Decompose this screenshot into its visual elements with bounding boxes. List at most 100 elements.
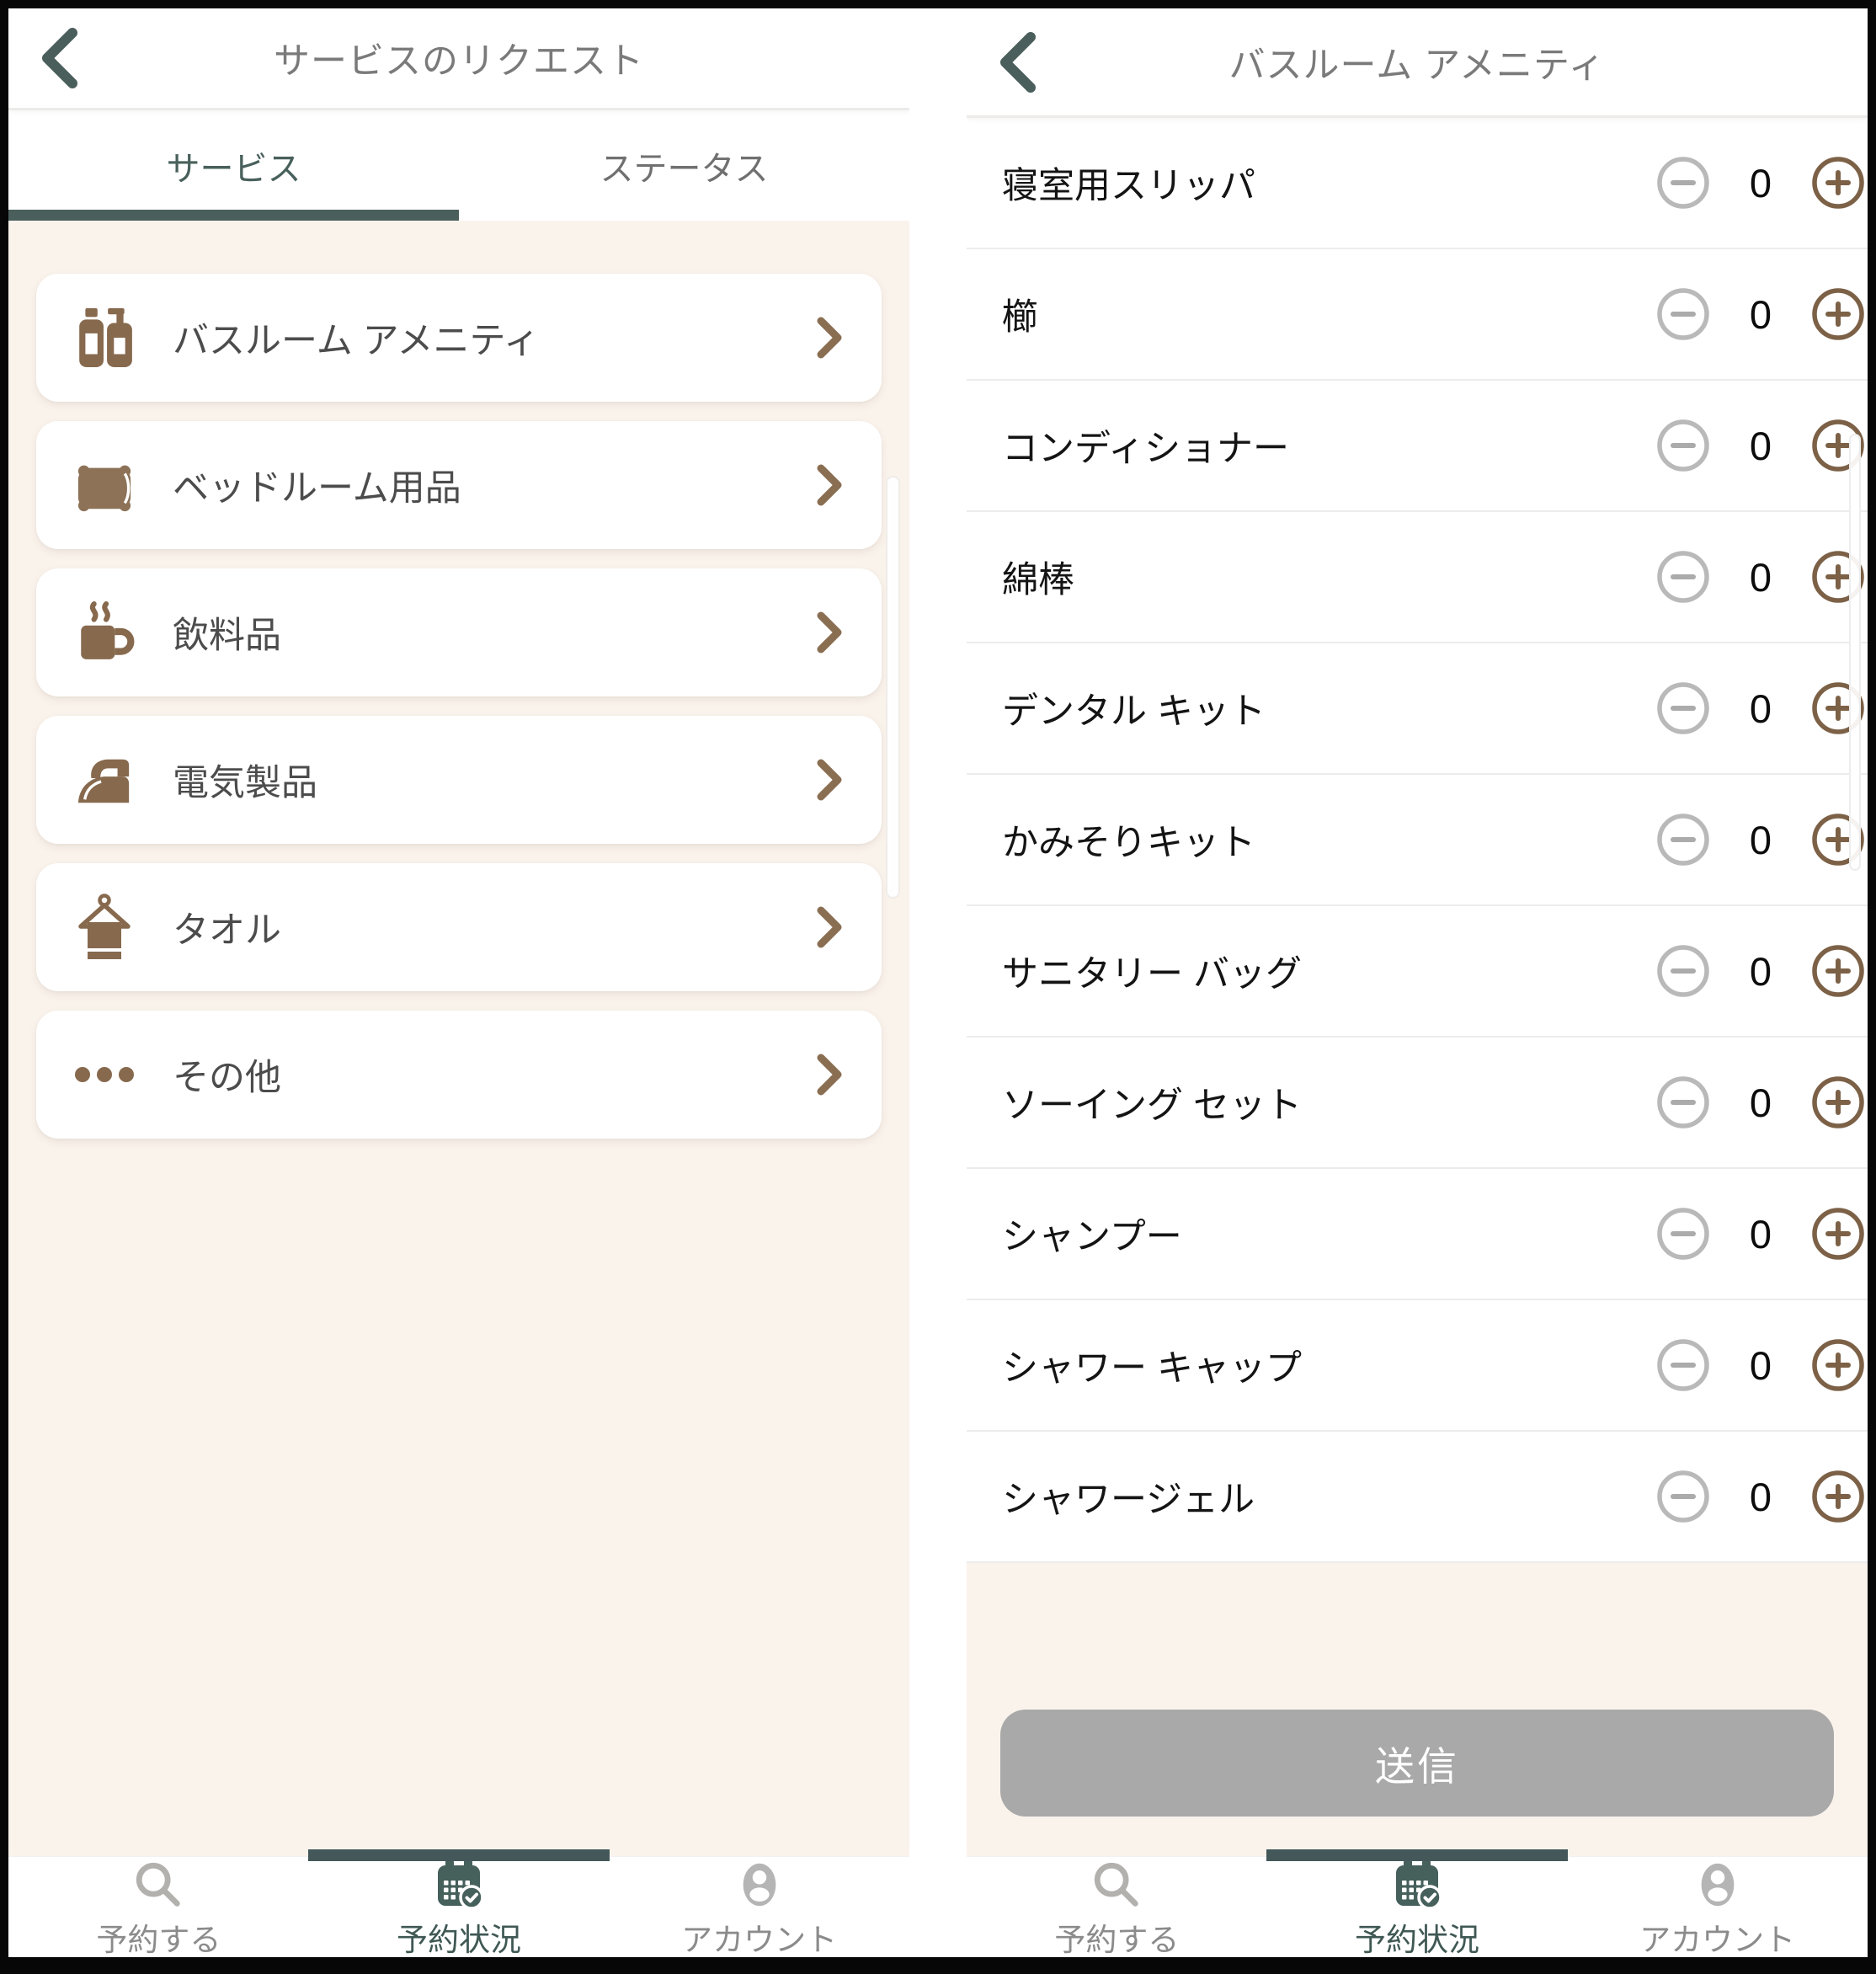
amenity-label: かみそりキット xyxy=(1002,814,1255,866)
amenity-label: コンディショナー xyxy=(1002,419,1289,472)
nav-label: 予約する xyxy=(1054,1914,1179,1957)
tab-status[interactable]: ステータス xyxy=(459,110,909,221)
quantity-stepper: 0 xyxy=(1655,1206,1866,1262)
increment-button[interactable] xyxy=(1810,1206,1866,1262)
category-towels[interactable]: タオル xyxy=(36,863,882,991)
plus-circle-icon xyxy=(1810,155,1866,211)
active-tab-indicator xyxy=(1266,1849,1568,1861)
towel-hanger-icon xyxy=(74,892,135,963)
decrement-button[interactable] xyxy=(1655,680,1711,736)
nav-item-booking-status[interactable]: 予約状況 xyxy=(1267,1857,1568,1957)
amenity-label: サニタリー バッグ xyxy=(1002,945,1302,997)
category-label: ベッドルーム用品 xyxy=(173,459,461,511)
nav-label: 予約状況 xyxy=(1355,1914,1479,1957)
calendar-check-icon xyxy=(431,1856,487,1912)
chevron-right-icon xyxy=(814,1051,845,1098)
nav-label: 予約状況 xyxy=(397,1914,521,1957)
decrement-button[interactable] xyxy=(1655,943,1711,999)
quantity-value: 0 xyxy=(1711,554,1810,600)
plus-circle-icon xyxy=(1810,1337,1866,1393)
item-shower-cap: シャワー キャップ 0 xyxy=(967,1300,1868,1432)
chevron-right-icon xyxy=(814,461,845,509)
decrement-button[interactable] xyxy=(1655,286,1711,342)
bottom-nav: 予約する 予約状況 xyxy=(8,1856,909,1957)
quantity-value: 0 xyxy=(1711,291,1810,338)
item-conditioner: コンディショナー 0 xyxy=(967,381,1868,512)
decrement-button[interactable] xyxy=(1655,812,1711,867)
increment-button[interactable] xyxy=(1810,1075,1866,1130)
item-bedroom-slippers: 寝室用スリッパ 0 xyxy=(967,118,1868,249)
minus-circle-icon xyxy=(1655,1206,1711,1262)
quantity-value: 0 xyxy=(1711,160,1810,206)
tab-bar: サービス ステータス xyxy=(8,110,909,221)
category-beverages[interactable]: 飲料品 xyxy=(36,568,882,696)
nav-label: アカウント xyxy=(1639,1914,1795,1957)
increment-button[interactable] xyxy=(1810,1337,1866,1393)
category-bedroom-supplies[interactable]: ベッドルーム用品 xyxy=(36,421,882,549)
decrement-button[interactable] xyxy=(1655,1206,1711,1262)
quantity-stepper: 0 xyxy=(1655,1337,1866,1393)
amenity-list: 寝室用スリッパ 0 櫛 xyxy=(967,118,1868,1563)
item-sewing-set: ソーイング セット 0 xyxy=(967,1038,1868,1169)
screen-divider xyxy=(909,8,967,1957)
nav-item-account[interactable]: アカウント xyxy=(1567,1857,1868,1957)
quantity-stepper: 0 xyxy=(1655,1469,1866,1524)
item-cotton-swabs: 綿棒 0 xyxy=(967,512,1868,643)
quantity-value: 0 xyxy=(1711,1080,1810,1126)
coffee-mug-icon xyxy=(73,600,136,664)
increment-button[interactable] xyxy=(1810,943,1866,999)
tab-services[interactable]: サービス xyxy=(8,110,459,221)
category-label: その他 xyxy=(173,1048,281,1101)
minus-circle-icon xyxy=(1655,1075,1711,1130)
minus-circle-icon xyxy=(1655,680,1711,736)
minus-circle-icon xyxy=(1655,418,1711,473)
page-title: バスルーム アメニティ xyxy=(1229,36,1606,88)
increment-button[interactable] xyxy=(1810,1469,1866,1524)
increment-button[interactable] xyxy=(1810,155,1866,211)
category-others[interactable]: その他 xyxy=(36,1011,882,1139)
composite-screenshot: サービスのリクエスト サービス ステータス xyxy=(0,0,1876,1974)
category-electronics[interactable]: 電気製品 xyxy=(36,716,882,844)
quantity-value: 0 xyxy=(1711,817,1810,863)
quantity-value: 0 xyxy=(1711,423,1810,469)
active-tab-indicator xyxy=(308,1849,610,1861)
decrement-button[interactable] xyxy=(1655,1337,1711,1393)
quantity-stepper: 0 xyxy=(1655,286,1866,342)
decrement-button[interactable] xyxy=(1655,418,1711,473)
quantity-stepper: 0 xyxy=(1655,812,1866,867)
nav-item-account[interactable]: アカウント xyxy=(609,1857,909,1957)
active-tab-underline xyxy=(8,210,459,221)
services-request-screen: サービスのリクエスト サービス ステータス xyxy=(8,8,909,1957)
nav-item-reserve[interactable]: 予約する xyxy=(967,1857,1267,1957)
quantity-stepper: 0 xyxy=(1655,1075,1866,1130)
scrollbar[interactable] xyxy=(886,476,900,899)
nav-item-booking-status[interactable]: 予約状況 xyxy=(309,1857,610,1957)
tab-label: サービス xyxy=(167,141,301,190)
scrollbar[interactable] xyxy=(1849,434,1861,871)
nav-label: アカウント xyxy=(681,1914,837,1957)
tab-label: ステータス xyxy=(600,141,769,190)
chevron-right-icon xyxy=(814,314,845,361)
back-button[interactable] xyxy=(992,29,1042,96)
plus-circle-icon xyxy=(1810,1206,1866,1262)
plus-circle-icon xyxy=(1810,943,1866,999)
right-header: バスルーム アメニティ xyxy=(967,8,1868,118)
item-sanitary-bag: サニタリー バッグ 0 xyxy=(967,906,1868,1038)
quantity-stepper: 0 xyxy=(1655,155,1866,211)
pillow-icon xyxy=(73,456,136,515)
amenity-label: 綿棒 xyxy=(1002,551,1074,603)
back-button[interactable] xyxy=(34,24,84,92)
decrement-button[interactable] xyxy=(1655,1469,1711,1524)
minus-circle-icon xyxy=(1655,1337,1711,1393)
increment-button[interactable] xyxy=(1810,286,1866,342)
decrement-button[interactable] xyxy=(1655,155,1711,211)
nav-item-reserve[interactable]: 予約する xyxy=(8,1857,309,1957)
submit-button[interactable]: 送信 xyxy=(1000,1710,1834,1817)
decrement-button[interactable] xyxy=(1655,549,1711,605)
category-bathroom-amenities[interactable]: バスルーム アメニティ xyxy=(36,274,882,402)
item-comb: 櫛 0 xyxy=(967,249,1868,381)
decrement-button[interactable] xyxy=(1655,1075,1711,1130)
account-icon xyxy=(1691,1858,1745,1912)
footer-area: 送信 xyxy=(967,1563,1868,1857)
minus-circle-icon xyxy=(1655,549,1711,605)
